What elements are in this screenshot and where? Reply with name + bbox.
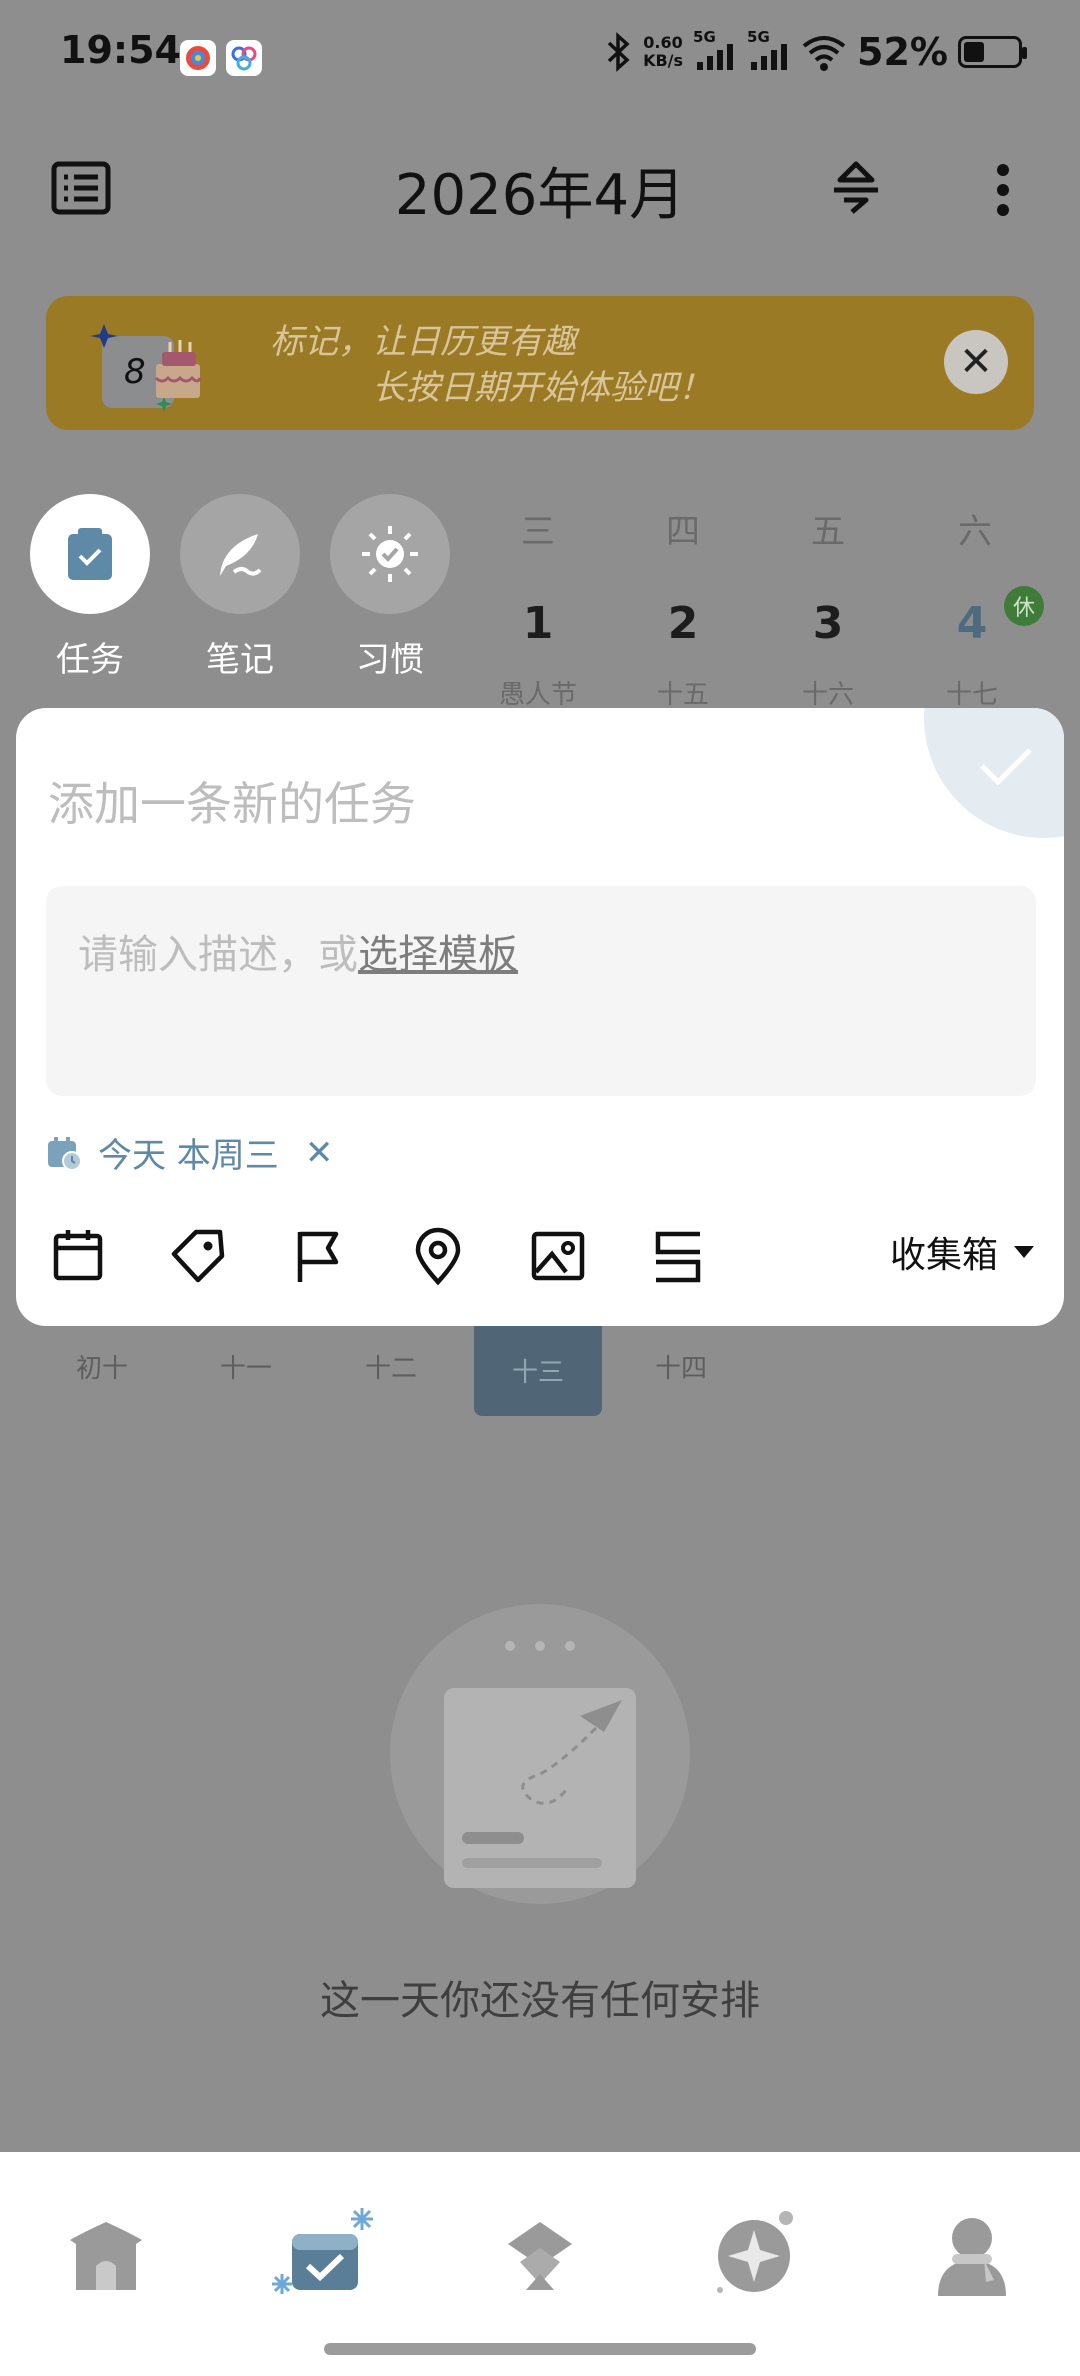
mode-habit-label: 习惯	[356, 640, 424, 680]
image-icon[interactable]	[526, 1224, 590, 1288]
clear-date-icon[interactable]: ✕	[305, 1133, 334, 1173]
signal-sim1: 5G	[693, 28, 737, 72]
lunar-day[interactable]: 十四	[621, 1348, 741, 1385]
calendar-clock-icon	[48, 1136, 82, 1171]
lunar-day[interactable]: 十一	[186, 1348, 306, 1385]
net-speed-unit: KB/s	[643, 51, 684, 70]
calendar-day[interactable]: 1 愚人节	[488, 598, 588, 710]
net-speed-value: 0.60	[643, 33, 683, 52]
weekday-label: 五	[811, 512, 845, 552]
lunar-day[interactable]: 初十	[42, 1348, 162, 1385]
profile-icon[interactable]	[922, 2204, 1022, 2304]
selected-day[interactable]: 十三	[474, 1324, 602, 1416]
feather-icon	[220, 534, 262, 576]
banner-line1: 标记，让日历更有趣	[270, 322, 576, 362]
dropdown-caret-icon	[1014, 1246, 1034, 1258]
day-sub: 十五	[656, 680, 709, 710]
tag-icon[interactable]	[166, 1224, 230, 1288]
day-number: 4	[956, 598, 988, 649]
habit-sun-icon	[362, 526, 418, 582]
mode-note-button[interactable]	[180, 494, 300, 614]
list-select-button[interactable]: 收集箱	[890, 1226, 1036, 1278]
day-number: 1	[522, 598, 554, 649]
status-app-icon	[226, 40, 262, 76]
status-time: 19:54	[60, 28, 181, 72]
page-title[interactable]: 2026年4月	[0, 150, 1080, 231]
calendar-day[interactable]: 4 十七 休	[922, 586, 1044, 710]
day-number: 2	[667, 598, 699, 649]
signal-sim2: 5G	[747, 28, 791, 72]
mode-task-label: 任务	[56, 640, 124, 680]
empty-illustration	[390, 1604, 690, 1904]
due-date-label: 今天 本周三	[98, 1136, 279, 1176]
status-app-icon	[180, 40, 216, 76]
weekday-label: 四	[666, 512, 700, 552]
calendar-tab-icon[interactable]	[270, 2204, 373, 2304]
calendar-icon[interactable]	[46, 1224, 110, 1288]
home-indicator[interactable]	[324, 2343, 756, 2355]
compass-icon[interactable]	[704, 2204, 804, 2304]
empty-state-text: 这一天你还没有任何安排	[320, 1978, 760, 2024]
check-icon[interactable]	[978, 744, 1034, 788]
weekday-label: 三	[521, 512, 555, 552]
day-number: 3	[812, 598, 844, 649]
promo-banner[interactable]: 8 标记，让日历更有趣 长按日期开始体验吧！ ✕	[46, 296, 1034, 430]
mode-habit-button[interactable]	[330, 494, 450, 614]
wifi-icon	[802, 36, 846, 71]
banner-line2: 长按日期开始体验吧！	[372, 368, 712, 408]
template-link[interactable]: 选择模板	[358, 932, 518, 978]
calendar-day[interactable]: 2 十五	[633, 598, 733, 710]
flag-icon[interactable]	[286, 1224, 350, 1288]
template-icon[interactable]	[646, 1224, 710, 1288]
location-pin-icon[interactable]	[406, 1224, 470, 1288]
day-sub: 十六	[801, 680, 854, 710]
lunar-day: 十三	[511, 1357, 564, 1388]
day-sub: 十七	[945, 680, 998, 710]
discover-icon[interactable]	[490, 2204, 590, 2304]
inbox-label: 收集箱	[889, 1235, 998, 1276]
clipboard-check-icon	[68, 528, 112, 580]
close-icon[interactable]: ✕	[944, 330, 1008, 394]
more-vertical-icon[interactable]	[990, 160, 1016, 224]
badge-number: 8	[124, 352, 146, 392]
status-indicators: 0.60 KB/s 5G 5G 52%	[603, 28, 1027, 74]
new-task-sheet: 请输入描述，或选择模板 今天 本周三 ✕ 收集箱	[16, 708, 1064, 1326]
net-speed: 0.60 KB/s	[643, 34, 683, 70]
bluetooth-icon	[607, 32, 630, 72]
battery-percent: 52%	[857, 30, 948, 74]
task-title-input[interactable]	[46, 768, 850, 840]
mode-task-button[interactable]	[30, 494, 150, 614]
lunar-day[interactable]: 十二	[331, 1348, 451, 1385]
home-tent-icon[interactable]	[56, 2204, 156, 2304]
calendar-cake-icon: 8	[90, 318, 222, 418]
signal-icon	[751, 44, 788, 70]
weekday-label: 六	[958, 512, 992, 552]
signal-icon	[697, 44, 734, 70]
sunrise-icon[interactable]	[826, 158, 886, 222]
task-toolbar: 收集箱	[46, 1216, 1036, 1296]
description-placeholder: 请输入描述，或	[78, 932, 358, 978]
holiday-badge: 休	[1004, 586, 1044, 626]
description-field[interactable]: 请输入描述，或选择模板	[46, 886, 1036, 1096]
calendar-day[interactable]: 3 十六	[778, 598, 878, 710]
battery-icon	[958, 36, 1027, 68]
mode-note-label: 笔记	[206, 640, 274, 680]
due-date-chip[interactable]: 今天 本周三 ✕	[46, 1128, 333, 1177]
day-sub: 愚人节	[498, 680, 577, 710]
